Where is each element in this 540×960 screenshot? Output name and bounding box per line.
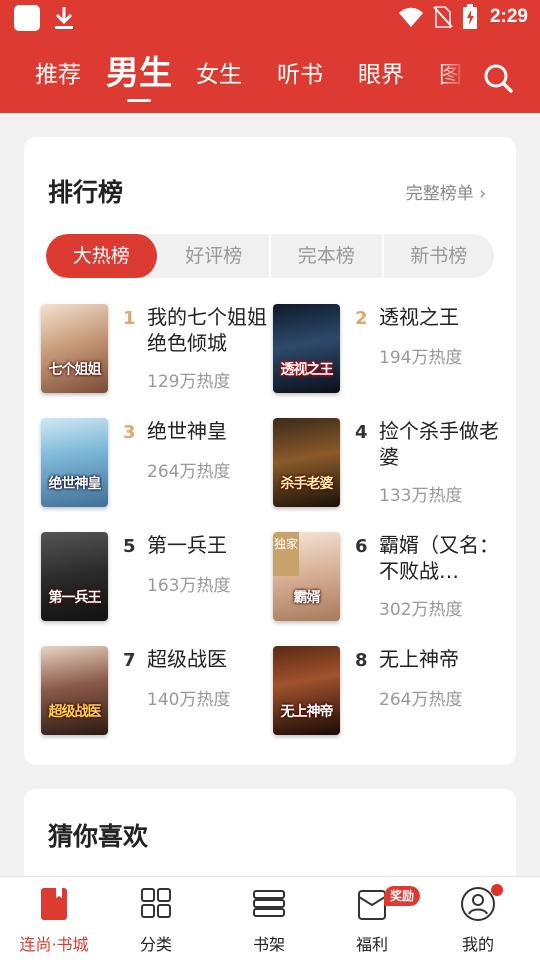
book-title[interactable]: 超级战医 [147,646,269,672]
tabs-fade-overlay [438,48,472,104]
channel-tabs: 推荐 男生 女生 听书 眼界 图书 [0,48,470,104]
tab-horizon[interactable]: 眼界 [358,48,404,104]
book-item[interactable]: 杀手老婆 4 捡个杀手做老婆 133万热度 [273,418,503,513]
segment-new[interactable]: 新书榜 [384,234,495,278]
rank-number: 5 [123,536,136,557]
book-title[interactable]: 霸婿（又名：不败战… [379,532,501,584]
book-title[interactable]: 绝世神皇 [147,418,269,444]
ranking-card: 排行榜 完整榜单 › 大热榜 好评榜 完本榜 新书榜 七个姐姐 1 我的七个姐姐… [24,137,516,765]
bookshelf-icon [253,890,285,917]
bottom-nav-bookstore[interactable]: 连尚·书城 [0,877,108,960]
rank-number: 6 [355,536,368,557]
book-title[interactable]: 第一兵王 [147,532,269,558]
ranking-title: 排行榜 [48,178,124,207]
segment-finished[interactable]: 完本榜 [271,234,384,278]
book-cover[interactable]: 独家 霸婿 [273,532,340,621]
book-title[interactable]: 透视之王 [379,304,501,330]
book-item[interactable]: 绝世神皇 3 绝世神皇 264万热度 [41,418,271,513]
tab-recommend[interactable]: 推荐 [35,48,81,104]
tab-male[interactable]: 男生 [106,48,172,104]
welfare-reward-badge: 奖励 [384,886,420,906]
book-title[interactable]: 无上神帝 [379,646,501,672]
book-item[interactable]: 七个姐姐 1 我的七个姐姐绝色倾城 129万热度 [41,304,271,399]
guess-title: 猜你喜欢 [48,822,149,851]
book-cover[interactable]: 七个姐姐 [41,304,108,393]
rank-number: 7 [123,650,136,671]
book-title[interactable]: 捡个杀手做老婆 [379,418,501,470]
segment-hot[interactable]: 大热榜 [46,234,159,278]
rank-number: 4 [355,422,368,443]
book-heat: 140万热度 [147,690,231,710]
grid-icon [141,888,171,918]
full-ranking-link[interactable]: 完整榜单 › [406,179,486,204]
book-item[interactable]: 无上神帝 8 无上神帝 264万热度 [273,646,503,741]
segment-rated[interactable]: 好评榜 [159,234,271,278]
book-heat: 163万热度 [147,576,231,596]
ranking-segment-control: 大热榜 好评榜 完本榜 新书榜 [46,234,494,278]
active-tab-indicator [127,99,151,102]
book-heat: 129万热度 [147,372,231,392]
status-bar: 2:29 [0,0,540,36]
bottom-nav-bookshelf[interactable]: 书架 [215,877,323,960]
exclusive-badge: 独家 [273,532,299,576]
book-item[interactable]: 超级战医 7 超级战医 140万热度 [41,646,271,741]
bottom-nav-profile[interactable]: 我的 [424,877,532,960]
book-cover[interactable]: 无上神帝 [273,646,340,735]
app-notification-icon [14,5,40,31]
wifi-icon [398,7,423,27]
rank-number: 1 [123,308,136,329]
rank-number: 3 [123,422,136,443]
book-item[interactable]: 独家 霸婿 6 霸婿（又名：不败战… 302万热度 [273,532,503,627]
app-header: 2:29 推荐 男生 女生 听书 眼界 图书 [0,0,540,113]
book-title[interactable]: 我的七个姐姐绝色倾城 [147,304,269,356]
book-heat: 264万热度 [147,462,231,482]
profile-notification-dot [491,884,503,896]
no-sim-icon [433,6,453,28]
book-cover[interactable]: 超级战医 [41,646,108,735]
book-icon [41,888,67,920]
bottom-nav-category[interactable]: 分类 [102,877,210,960]
rank-number: 8 [355,650,368,671]
book-cover[interactable]: 绝世神皇 [41,418,108,507]
book-heat: 133万热度 [379,486,463,506]
tab-female[interactable]: 女生 [196,48,242,104]
book-cover[interactable]: 透视之王 [273,304,340,393]
book-cover[interactable]: 杀手老婆 [273,418,340,507]
book-heat: 302万热度 [379,600,463,620]
rank-number: 2 [355,308,368,329]
download-icon [55,7,73,29]
book-item[interactable]: 第一兵王 5 第一兵王 163万热度 [41,532,271,627]
book-heat: 264万热度 [379,690,463,710]
search-icon[interactable] [482,62,514,94]
tab-audiobook[interactable]: 听书 [277,48,323,104]
bottom-nav: 连尚·书城 分类 书架 福利 我的 [0,876,540,960]
book-heat: 194万热度 [379,348,463,368]
battery-icon [462,4,477,29]
book-cover[interactable]: 第一兵王 [41,532,108,621]
clock: 2:29 [489,6,528,27]
book-item[interactable]: 透视之王 2 透视之王 194万热度 [273,304,503,399]
